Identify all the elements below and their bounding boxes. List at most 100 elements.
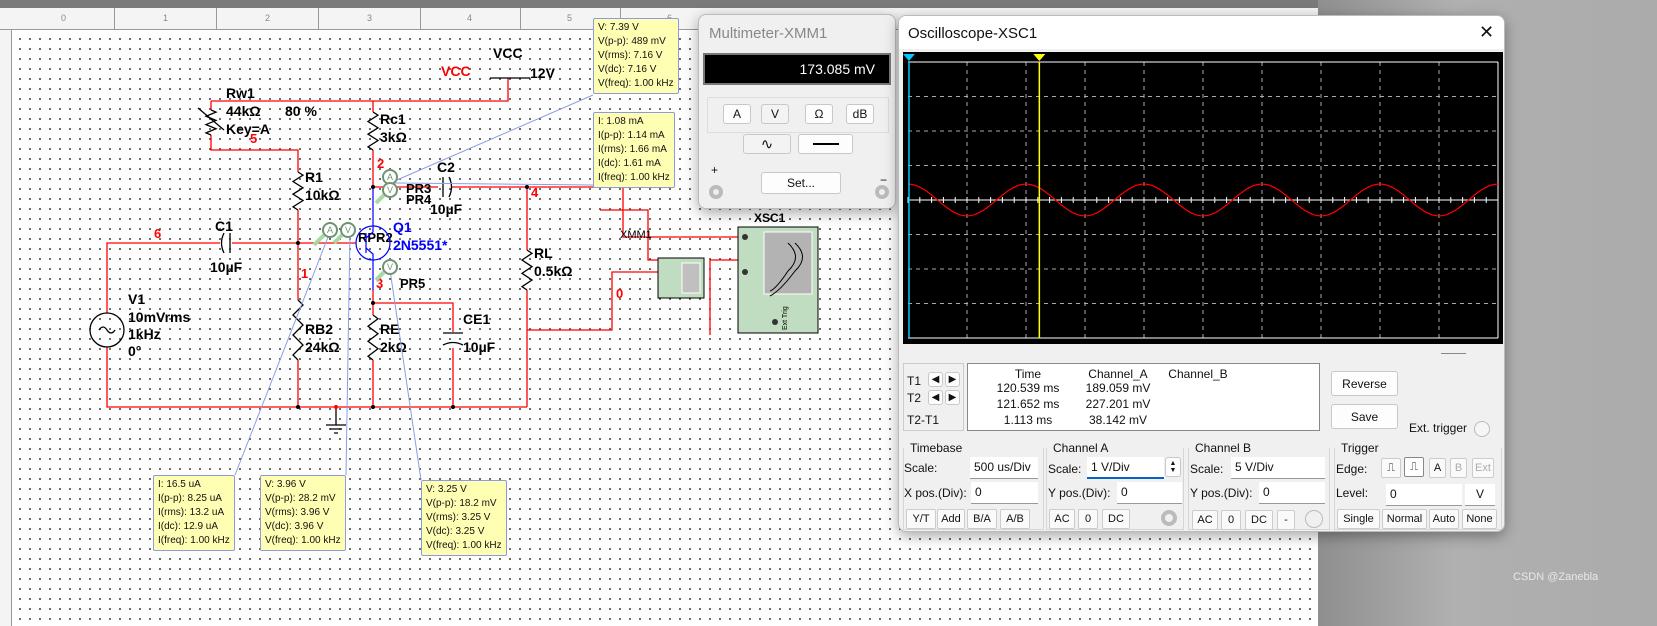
t1-left-arrow-icon[interactable]: ◀ [928, 372, 943, 387]
save-button[interactable]: Save [1331, 404, 1398, 429]
a-over-b-button[interactable]: A/B [1000, 509, 1030, 529]
set-button[interactable]: Set... [761, 172, 841, 194]
channel-a-zero-button[interactable]: 0 [1078, 509, 1098, 529]
t2-label: T2 [907, 391, 922, 405]
ce1-value: 10µF [463, 339, 496, 355]
channel-a-ypos-input[interactable]: 0 [1117, 482, 1182, 504]
readout-cell: 1.113 ms [1003, 413, 1053, 427]
falling-edge-icon: ⎍ [1410, 460, 1418, 473]
dc-signal-button[interactable] [798, 134, 853, 154]
trigger-level-unit[interactable]: V [1465, 484, 1495, 506]
watermark: CSDN @Zanebla [1513, 571, 1599, 583]
probe-readout-pr3: V: 7.39 V V(p-p): 489 mV V(rms): 7.16 V V(d… [593, 18, 679, 94]
channel-b-scale-input[interactable]: 5 V/Div [1231, 457, 1325, 479]
close-icon[interactable]: ✕ [1479, 22, 1494, 43]
channel-b-ac-button[interactable]: AC [1192, 510, 1218, 530]
c1-value: 10µF [210, 259, 243, 275]
readout-header: Channel_B [1168, 367, 1228, 381]
v1-amplitude: 10mVrms [128, 309, 190, 325]
field-label: Y pos.(Div): [1190, 486, 1253, 500]
trigger-level-input[interactable]: 0 [1386, 484, 1462, 506]
channel-a-scale-input[interactable]: 1 V/Div [1087, 457, 1164, 479]
channel-a-dc-button[interactable]: DC [1102, 509, 1130, 529]
mode-voltmeter-button[interactable]: V [761, 104, 789, 124]
vcc-label: VCC [493, 45, 523, 61]
yt-button[interactable]: Y/T [906, 509, 936, 529]
svg-text:A: A [327, 225, 333, 235]
multimeter-window: Multimeter-XMM1 173.085 mV A V Ω dB ∿ + … [698, 14, 896, 209]
sine-wave-icon: ∿ [760, 136, 774, 153]
readout-header: Time [1014, 367, 1042, 381]
mode-ammeter-button[interactable]: A [723, 104, 751, 124]
group-title: Trigger [1339, 441, 1381, 455]
trigger-auto-button[interactable]: Auto [1429, 509, 1459, 529]
ext-trig-label: Ext Trig [782, 306, 789, 330]
multimeter-display: 173.085 mV [703, 53, 891, 85]
rl-label: RL [534, 245, 553, 261]
probe-label: PR4 [406, 192, 432, 207]
ext-trigger-terminal[interactable] [1474, 421, 1490, 437]
rw1-key: Key=A [226, 121, 270, 137]
mode-ohmmeter-button[interactable]: Ω [805, 104, 833, 124]
v1-frequency: 1kHz [128, 326, 161, 342]
resistor-rl [520, 249, 534, 291]
field-label: Y pos.(Div): [1048, 486, 1111, 500]
trigger-none-button[interactable]: None [1462, 509, 1497, 529]
capacitor-ce1 [442, 332, 464, 346]
plus-terminal[interactable] [709, 185, 723, 199]
channel-b-zero-button[interactable]: 0 [1221, 510, 1241, 530]
ext-trigger-label: Ext. trigger [1409, 421, 1468, 435]
net-label: 5 [250, 131, 257, 146]
rising-edge-button[interactable]: ⎍ [1381, 458, 1401, 478]
trigger-source-a[interactable]: A [1429, 458, 1446, 478]
resistor-r1 [291, 171, 305, 211]
rw1-value: 44kΩ [226, 103, 261, 119]
trigger-source-b[interactable]: B [1450, 458, 1467, 478]
minus-terminal[interactable] [875, 185, 889, 199]
channel-b-ypos-input[interactable]: 0 [1259, 482, 1325, 504]
svg-text:V: V [387, 262, 393, 272]
re-label: RE [380, 321, 399, 337]
t1-right-arrow-icon[interactable]: ▶ [945, 372, 960, 387]
channel-b-terminal[interactable] [1305, 510, 1323, 528]
capacitor-c2 [442, 176, 453, 198]
r1-value: 10kΩ [305, 187, 340, 203]
ground-icon [326, 407, 346, 434]
reverse-button[interactable]: Reverse [1331, 371, 1398, 396]
add-button[interactable]: Add [937, 509, 965, 529]
timebase-xpos-input[interactable]: 0 [971, 482, 1038, 504]
channel-b-dc-button[interactable]: DC [1245, 510, 1273, 530]
trigger-single-button[interactable]: Single [1337, 509, 1380, 529]
trigger-normal-button[interactable]: Normal [1382, 509, 1427, 529]
channel-a-ac-button[interactable]: AC [1049, 509, 1075, 529]
re-value: 2kΩ [380, 339, 407, 355]
resistor-re [366, 314, 380, 361]
t2-left-arrow-icon[interactable]: ◀ [928, 390, 943, 405]
falling-edge-button[interactable]: ⎍ [1404, 457, 1424, 477]
timebase-scale-input[interactable]: 500 us/Div [970, 457, 1038, 479]
readout-cell: 189.059 mV [1085, 381, 1151, 395]
field-label: Edge: [1336, 462, 1368, 476]
channel-a-scale-spinner[interactable]: ▲ ▼ [1165, 457, 1181, 477]
rc1-value: 3kΩ [380, 129, 407, 145]
junction [371, 301, 375, 305]
junction [334, 405, 338, 409]
group-title: Channel A [1051, 441, 1111, 455]
field-label: Scale: [1190, 462, 1224, 476]
mode-db-button[interactable]: dB [846, 104, 874, 124]
b-over-a-button[interactable]: B/A [967, 509, 997, 529]
xmm1-label: XMM1 [620, 229, 652, 241]
channel-a-terminal[interactable] [1161, 510, 1177, 526]
window-title: Multimeter-XMM1 [709, 25, 828, 42]
capacitor-c1 [220, 232, 231, 254]
channel-b-minus-button[interactable]: - [1277, 510, 1295, 530]
t2-right-arrow-icon[interactable]: ▶ [945, 390, 960, 405]
trigger-source-ext[interactable]: Ext [1472, 458, 1494, 478]
cursor-controls: T1 T2 T2-T1 ◀ ▶ ◀ ▶ [903, 363, 964, 431]
junction [451, 405, 455, 409]
ac-signal-button[interactable]: ∿ [743, 134, 791, 154]
probe-readout-pr1: I: 16.5 uA I(p-p): 8.25 uA I(rms): 13.2 uA… [153, 475, 235, 551]
rb2-label: RB2 [305, 321, 333, 337]
field-label: X pos.(Div): [904, 486, 967, 500]
net-label: 0 [616, 286, 623, 301]
